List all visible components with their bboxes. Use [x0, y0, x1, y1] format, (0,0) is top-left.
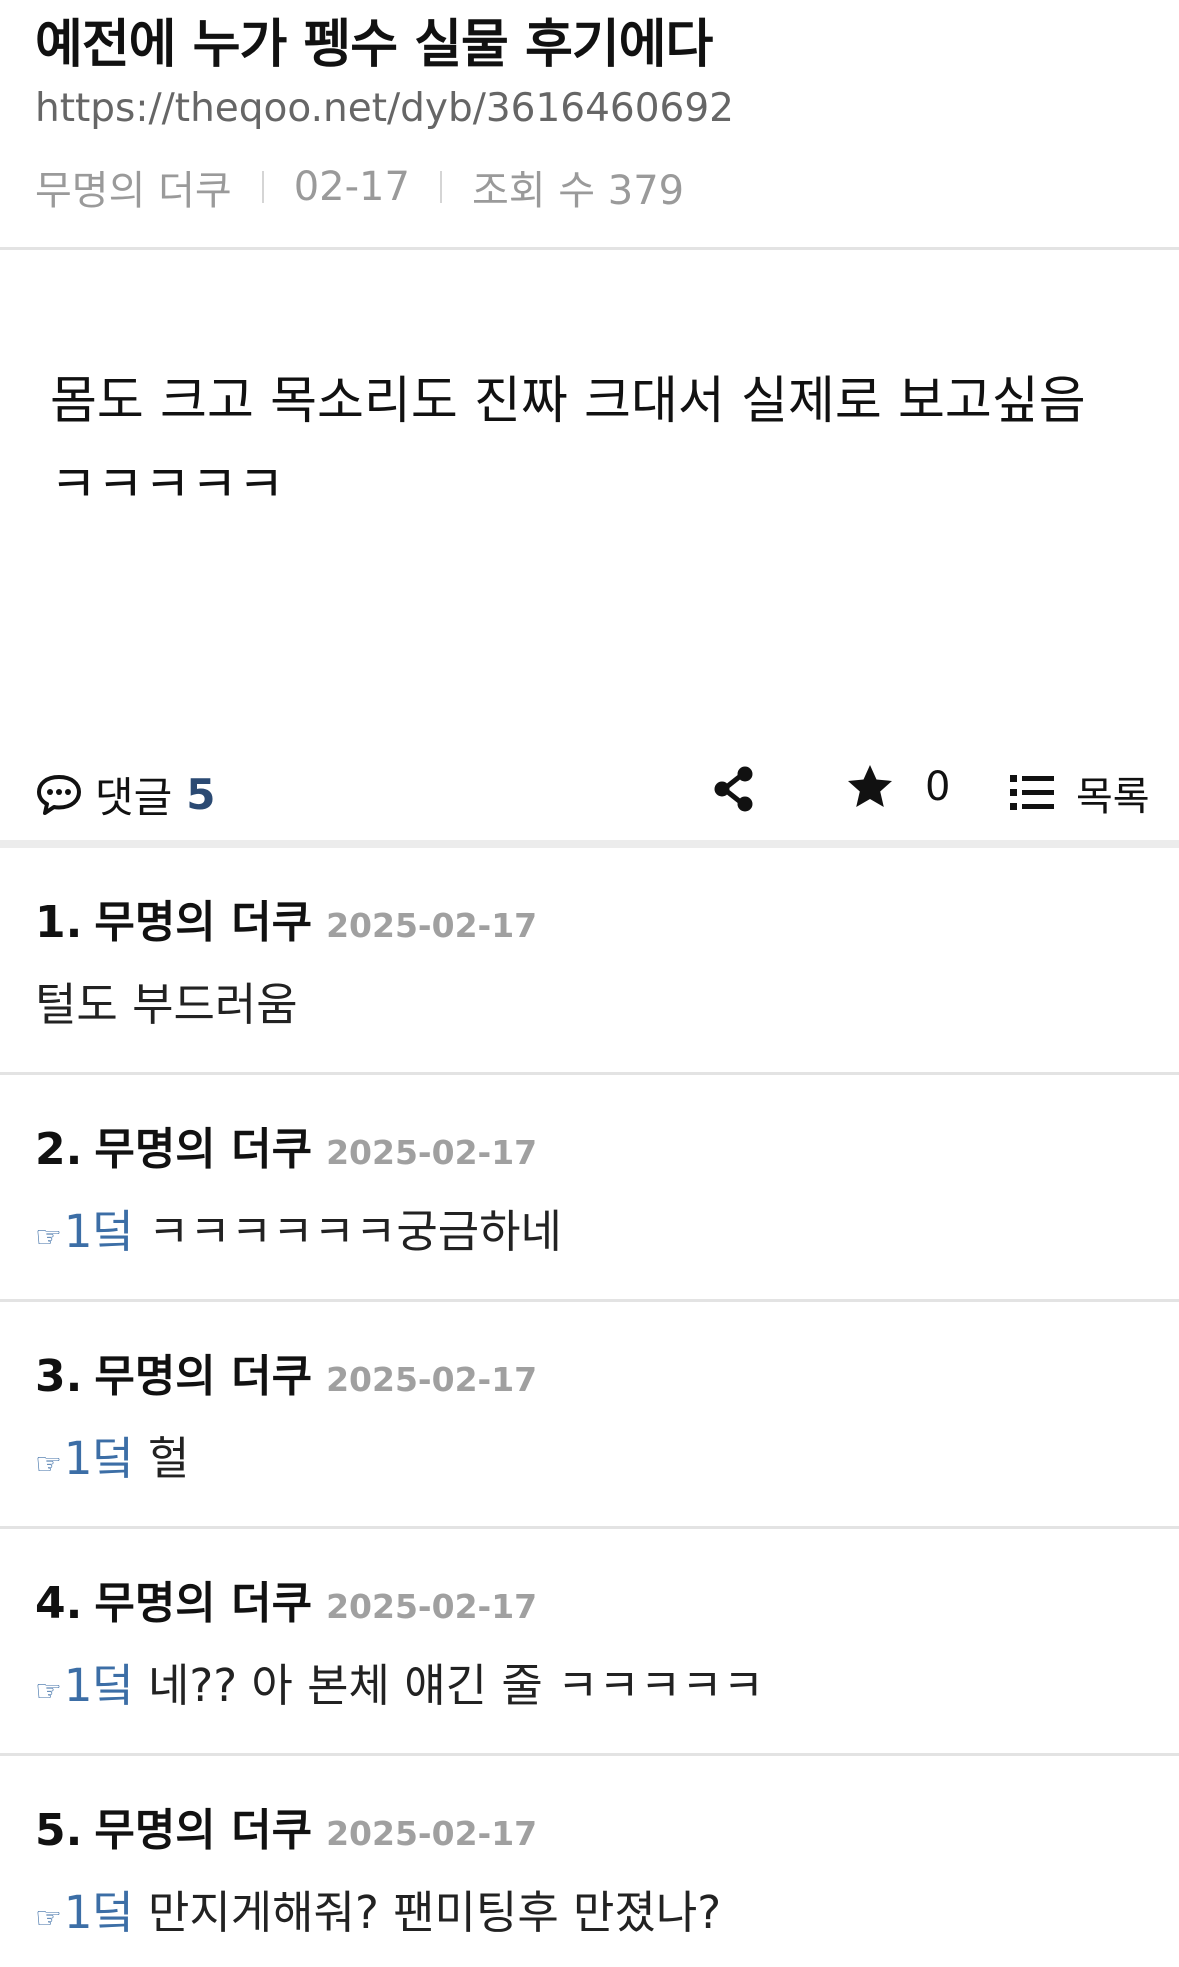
comment-number: 3.	[35, 1351, 83, 1402]
comment-body: ☞ 1덬 헐	[35, 1422, 189, 1487]
post-views: 조회 수 379	[471, 168, 685, 214]
comment-header: 4. 무명의 더쿠 2025-02-17	[35, 1567, 537, 1631]
comment-author: 무명의 더쿠	[94, 1124, 313, 1175]
reply-target: 1덬	[63, 1432, 134, 1485]
comment-body: 털도 부드러움	[35, 968, 298, 1033]
comment-bubble-icon	[37, 774, 81, 815]
meta-divider	[261, 171, 264, 203]
reply-reference-link[interactable]: ☞ 1덬	[35, 1649, 134, 1714]
list-icon	[1010, 775, 1054, 810]
like-count: 0	[925, 764, 951, 810]
post-meta: 무명의 더쿠 02-17 조회 수 379	[35, 158, 684, 216]
comment-number: 4.	[35, 1578, 83, 1629]
comment-text: ㅋㅋㅋㅋㅋㅋ궁금하네	[147, 1205, 562, 1258]
comment-author: 무명의 더쿠	[94, 1578, 313, 1629]
pointing-hand-icon: ☞	[35, 1220, 62, 1255]
comments-count: 5	[186, 770, 216, 819]
meta-divider	[439, 171, 442, 203]
comment-item: 1. 무명의 더쿠 2025-02-17 털도 부드러움	[0, 848, 1179, 1075]
post-header: 예전에 누가 펭수 실물 후기에다 https://theqoo.net/dyb…	[0, 0, 1179, 250]
pointing-hand-icon: ☞	[35, 1447, 62, 1482]
post-url[interactable]: https://theqoo.net/dyb/3616460692	[35, 86, 734, 131]
comment-header: 2. 무명의 더쿠 2025-02-17	[35, 1113, 537, 1177]
comment-text: 네?? 아 본체 얘긴 줄 ㅋㅋㅋㅋㅋ	[147, 1659, 765, 1712]
reply-reference-link[interactable]: ☞ 1덬	[35, 1195, 134, 1260]
pointing-hand-icon: ☞	[35, 1901, 62, 1936]
section-divider	[0, 840, 1179, 848]
reply-reference-link[interactable]: ☞ 1덬	[35, 1422, 134, 1487]
comment-author: 무명의 더쿠	[94, 897, 313, 948]
comment-item: 2. 무명의 더쿠 2025-02-17 ☞ 1덬 ㅋㅋㅋㅋㅋㅋ궁금하네	[0, 1075, 1179, 1302]
comment-number: 2.	[35, 1124, 83, 1175]
comment-date: 2025-02-17	[326, 1814, 538, 1853]
reply-reference-link[interactable]: ☞ 1덬	[35, 1876, 134, 1941]
list-label: 목록	[1076, 774, 1150, 820]
post-body: 몸도 크고 목소리도 진짜 크대서 실제로 보고싶음 ㅋㅋㅋㅋㅋ	[50, 372, 1086, 515]
post-action-bar: 댓글 5 0 목록	[0, 740, 1179, 840]
star-icon	[848, 765, 892, 807]
reply-target: 1덬	[63, 1886, 134, 1939]
post-title: 예전에 누가 펭수 실물 후기에다	[35, 15, 713, 75]
comment-number: 5.	[35, 1805, 83, 1856]
comment-body: ☞ 1덬 만지게해줘? 팬미팅후 만졌나?	[35, 1876, 721, 1941]
list-button[interactable]: 목록	[1010, 764, 1150, 822]
comment-item: 4. 무명의 더쿠 2025-02-17 ☞ 1덬 네?? 아 본체 얘긴 줄 …	[0, 1529, 1179, 1756]
comment-number: 1.	[35, 897, 83, 948]
comment-body: ☞ 1덬 ㅋㅋㅋㅋㅋㅋ궁금하네	[35, 1195, 562, 1260]
comments-toggle-button[interactable]: 댓글 5	[35, 764, 216, 825]
comment-author: 무명의 더쿠	[94, 1351, 313, 1402]
post-author: 무명의 더쿠	[35, 168, 232, 214]
comment-item: 5. 무명의 더쿠 2025-02-17 ☞ 1덬 만지게해줘? 팬미팅후 만졌…	[0, 1756, 1179, 1967]
like-button[interactable]: 0	[845, 762, 950, 812]
post-content: 몸도 크고 목소리도 진짜 크대서 실제로 보고싶음 ㅋㅋㅋㅋㅋ 댓글 5 0 …	[0, 250, 1179, 840]
share-button[interactable]	[710, 764, 760, 814]
comment-header: 5. 무명의 더쿠 2025-02-17	[35, 1794, 537, 1858]
comment-date: 2025-02-17	[326, 1360, 538, 1399]
comment-date: 2025-02-17	[326, 906, 538, 945]
comment-header: 3. 무명의 더쿠 2025-02-17	[35, 1340, 537, 1404]
pointing-hand-icon: ☞	[35, 1674, 62, 1709]
comment-list: 1. 무명의 더쿠 2025-02-17 털도 부드러움 2. 무명의 더쿠 2…	[0, 848, 1179, 1967]
comment-text: 헐	[147, 1432, 190, 1485]
comment-date: 2025-02-17	[326, 1587, 538, 1626]
comments-label: 댓글	[95, 773, 173, 822]
post-date: 02-17	[293, 164, 410, 210]
comment-date: 2025-02-17	[326, 1133, 538, 1172]
comment-item: 3. 무명의 더쿠 2025-02-17 ☞ 1덬 헐	[0, 1302, 1179, 1529]
comment-header: 1. 무명의 더쿠 2025-02-17	[35, 886, 537, 950]
comment-author: 무명의 더쿠	[94, 1805, 313, 1856]
comment-text: 만지게해줘? 팬미팅후 만졌나?	[147, 1886, 722, 1939]
reply-target: 1덬	[63, 1659, 134, 1712]
comment-body: ☞ 1덬 네?? 아 본체 얘긴 줄 ㅋㅋㅋㅋㅋ	[35, 1649, 764, 1714]
comment-text: 털도 부드러움	[35, 978, 298, 1031]
share-icon	[714, 766, 753, 812]
reply-target: 1덬	[63, 1205, 134, 1258]
